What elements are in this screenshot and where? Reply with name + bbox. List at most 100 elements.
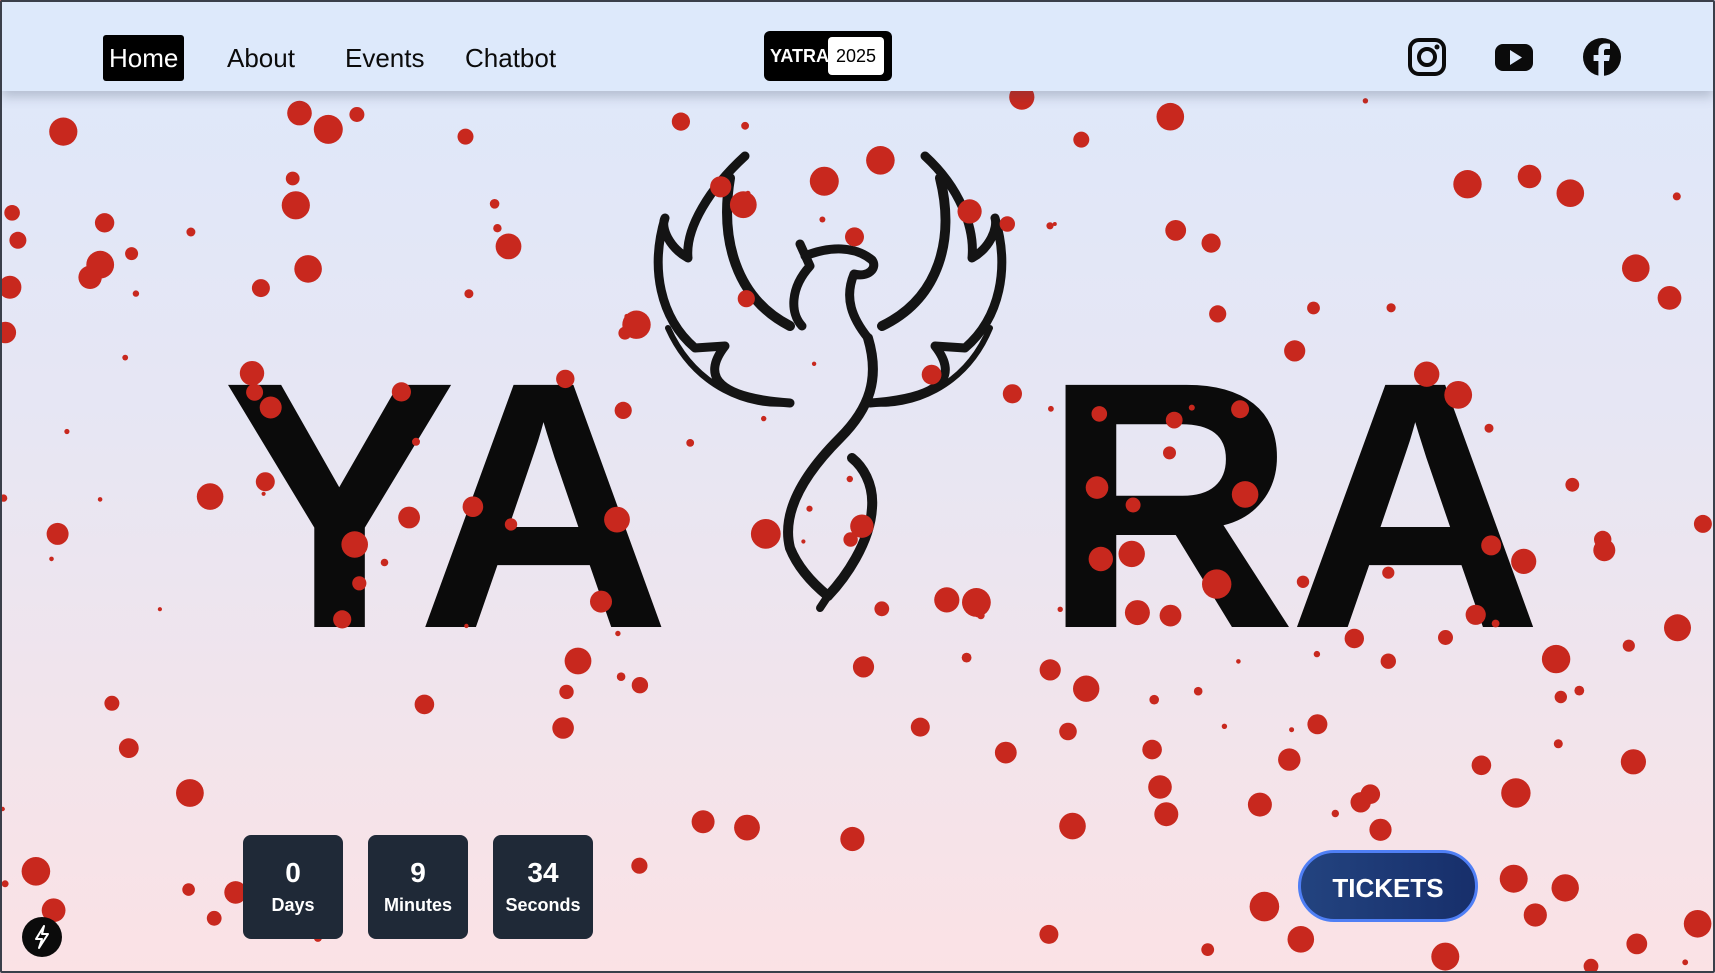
- countdown-days-value: 0: [285, 857, 301, 888]
- particle-dot: [287, 100, 312, 126]
- particle-dot: [206, 910, 222, 926]
- particle-dot: [1523, 903, 1547, 927]
- particle-dot: [1551, 874, 1579, 902]
- particle-dot: [1059, 722, 1077, 741]
- particle-dot: [1471, 755, 1492, 776]
- particle-dot: [1553, 739, 1563, 749]
- countdown-minutes-value: 9: [410, 857, 426, 888]
- particle-dot: [1501, 778, 1531, 808]
- particle-dot: [78, 265, 102, 289]
- particle-dot: [1046, 222, 1054, 230]
- youtube-icon[interactable]: [1494, 37, 1534, 77]
- countdown-seconds-label: Seconds: [505, 895, 581, 915]
- particle-dot: [294, 255, 322, 283]
- particle-dot: [691, 810, 715, 834]
- brand-name: YATRA: [770, 46, 830, 66]
- particle-dot: [182, 883, 195, 896]
- particle-dot: [852, 656, 875, 678]
- particle-dot: [94, 213, 115, 233]
- particle-dot: [1142, 739, 1162, 760]
- particle-dot: [1541, 644, 1571, 674]
- particle-dot: [1148, 775, 1172, 799]
- navbar: Home About Events Chatbot YATRA 2025: [2, 2, 1713, 91]
- particle-dot: [1593, 539, 1616, 562]
- particle-dot: [1622, 254, 1650, 282]
- particle-dot: [1278, 748, 1301, 771]
- particle-dot: [1683, 910, 1712, 938]
- particle-dot: [1499, 864, 1528, 893]
- particle-dot: [1626, 933, 1648, 955]
- particle-dot: [1201, 233, 1221, 253]
- particle-dot: [64, 428, 70, 435]
- particle-dot: [493, 224, 502, 233]
- particle-dot: [464, 289, 474, 299]
- facebook-icon[interactable]: [1582, 37, 1622, 77]
- particle-dot: [97, 497, 103, 502]
- particle-dot: [1052, 222, 1057, 226]
- phoenix-icon: [653, 151, 1007, 612]
- particle-dot: [281, 191, 310, 220]
- bolt-widget-button[interactable]: [22, 917, 62, 957]
- countdown-seconds: 34 Seconds: [493, 835, 593, 939]
- particle-dot: [1682, 959, 1689, 966]
- particle-dot: [1556, 179, 1585, 207]
- particle-dot: [1693, 514, 1712, 533]
- particle-dot: [1431, 942, 1460, 971]
- particle-dot: [132, 290, 140, 297]
- particle-dot: [0, 494, 8, 502]
- countdown-minutes: 9 Minutes: [368, 835, 468, 939]
- particle-dot: [1156, 102, 1185, 131]
- particle-dot: [1594, 530, 1612, 549]
- particle-dot: [1039, 924, 1059, 944]
- particle-dot: [1554, 690, 1568, 704]
- particle-dot: [1360, 784, 1381, 804]
- particle-dot: [552, 717, 574, 739]
- particle-dot: [734, 814, 760, 841]
- particle-dot: [1517, 164, 1542, 189]
- particle-dot: [1154, 802, 1179, 827]
- nav-home[interactable]: Home: [103, 35, 185, 81]
- countdown-minutes-label: Minutes: [383, 895, 452, 915]
- particle-dot: [489, 199, 500, 209]
- particle-dot: [1574, 685, 1585, 696]
- particle-dot: [1165, 220, 1187, 241]
- particle-dot: [1289, 727, 1295, 733]
- particle-dot: [631, 857, 648, 874]
- brand-logo[interactable]: YATRA 2025: [764, 31, 892, 81]
- particle-dot: [157, 607, 162, 612]
- particle-dot: [1453, 170, 1482, 199]
- nav-chatbot[interactable]: Chatbot: [459, 35, 562, 81]
- particle-dot: [349, 107, 365, 122]
- particle-dot: [1672, 192, 1681, 201]
- particle-dot: [1201, 943, 1215, 956]
- particle-dot: [1657, 286, 1682, 310]
- countdown-seconds-value: 34: [527, 857, 559, 888]
- particle-dot: [4, 205, 20, 221]
- particle-dot: [1350, 792, 1371, 813]
- particle-dot: [21, 857, 51, 886]
- particle-dot: [1369, 818, 1392, 841]
- particle-dot: [1, 880, 9, 888]
- particle-dot: [251, 279, 270, 298]
- particle-dot: [1565, 477, 1580, 492]
- particle-dot: [840, 826, 865, 852]
- nav-events[interactable]: Events: [339, 35, 431, 81]
- particle-dot: [9, 231, 27, 249]
- particle-dot: [285, 171, 300, 186]
- particle-dot: [104, 695, 120, 711]
- particle-dot: [122, 354, 129, 361]
- particle-dot: [0, 321, 17, 344]
- instagram-icon[interactable]: [1407, 37, 1447, 77]
- particle-dot: [1059, 812, 1086, 840]
- particle-dot: [994, 741, 1017, 764]
- nav-about[interactable]: About: [221, 35, 301, 81]
- particle-dot: [0, 275, 22, 299]
- particle-dot: [313, 114, 343, 144]
- particle-dot: [1620, 749, 1646, 775]
- particle-dot: [1249, 891, 1280, 922]
- tickets-button[interactable]: TICKETS: [1298, 850, 1478, 922]
- particle-dot: [49, 556, 54, 562]
- particle-dot: [1307, 714, 1328, 735]
- particle-dot: [0, 806, 5, 812]
- particle-dot: [1247, 792, 1272, 817]
